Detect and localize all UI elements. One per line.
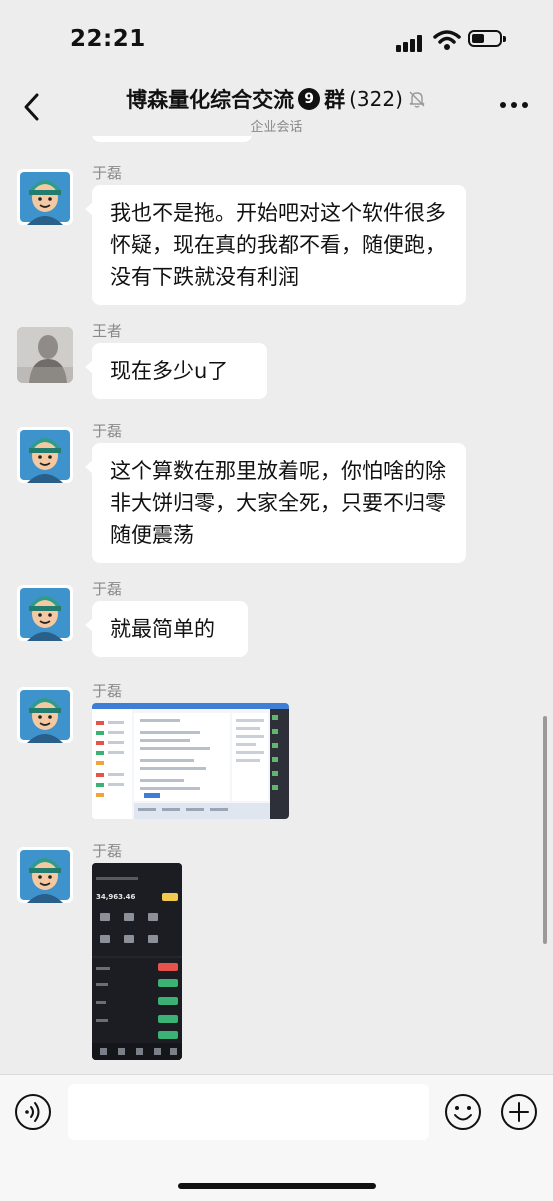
chat-header: 博森量化综合交流 9 群 (322) 企业会话 xyxy=(0,80,553,136)
scrollbar[interactable] xyxy=(543,716,547,944)
message-bubble[interactable]: 我也不是拖。开始吧对这个软件很多怀疑，现在真的我都不看，随便跑，没有下跌就没有利… xyxy=(85,185,466,305)
message-list[interactable]: 于磊 我也不是拖。开始吧对这个软件很多怀疑，现在真的我都不看，随便跑，没有下跌就… xyxy=(0,136,553,1074)
message-bubble[interactable]: 现在多少u了 xyxy=(85,343,267,399)
message-bubble[interactable]: 就最简单的 xyxy=(85,601,248,657)
bell-slash-icon xyxy=(409,91,425,108)
chat-title-area[interactable]: 博森量化综合交流 9 群 (322) 企业会话 xyxy=(0,80,553,135)
sender-name: 于磊 xyxy=(92,682,123,700)
avatar[interactable] xyxy=(17,687,73,743)
plus-icon[interactable] xyxy=(500,1093,538,1131)
group-number-badge: 9 xyxy=(298,88,321,110)
emoji-icon[interactable] xyxy=(444,1093,482,1131)
avatar[interactable] xyxy=(17,847,73,903)
voice-icon[interactable] xyxy=(14,1093,52,1131)
input-bar xyxy=(0,1074,553,1201)
status-time: 22:21 xyxy=(70,26,146,52)
avatar[interactable] xyxy=(17,585,73,641)
sender-name: 王者 xyxy=(92,322,123,340)
sender-name: 于磊 xyxy=(92,842,123,860)
message-input[interactable] xyxy=(68,1084,429,1140)
group-suffix: 群 xyxy=(324,88,346,112)
wallet-balance: 34,963.46 xyxy=(96,893,136,901)
chat-title: 博森量化综合交流 9 群 (322) xyxy=(126,84,427,114)
image-message[interactable]: 34,963.46 xyxy=(92,863,182,1060)
sender-name: 于磊 xyxy=(92,164,123,182)
status-bar: 22:21 xyxy=(0,0,553,80)
message-bubble[interactable]: 这个算数在那里放着呢，你怕啥的除非大饼归零，大家全死，只要不归零随便震荡 xyxy=(85,443,466,563)
home-indicator xyxy=(178,1183,376,1189)
cellular-signal-icon xyxy=(396,34,424,52)
avatar[interactable] xyxy=(17,169,73,225)
image-message[interactable] xyxy=(92,703,289,819)
member-count: (322) xyxy=(349,87,403,111)
wifi-icon xyxy=(433,30,461,50)
chat-subtitle: 企业会话 xyxy=(250,120,303,135)
avatar[interactable] xyxy=(17,427,73,483)
sender-name: 于磊 xyxy=(92,580,123,598)
group-name: 博森量化综合交流 xyxy=(126,88,295,112)
sender-name: 于磊 xyxy=(92,422,123,440)
avatar[interactable] xyxy=(17,327,73,383)
previous-message-bubble xyxy=(92,136,252,142)
battery-icon xyxy=(468,30,506,47)
more-dots-icon[interactable] xyxy=(500,102,528,110)
